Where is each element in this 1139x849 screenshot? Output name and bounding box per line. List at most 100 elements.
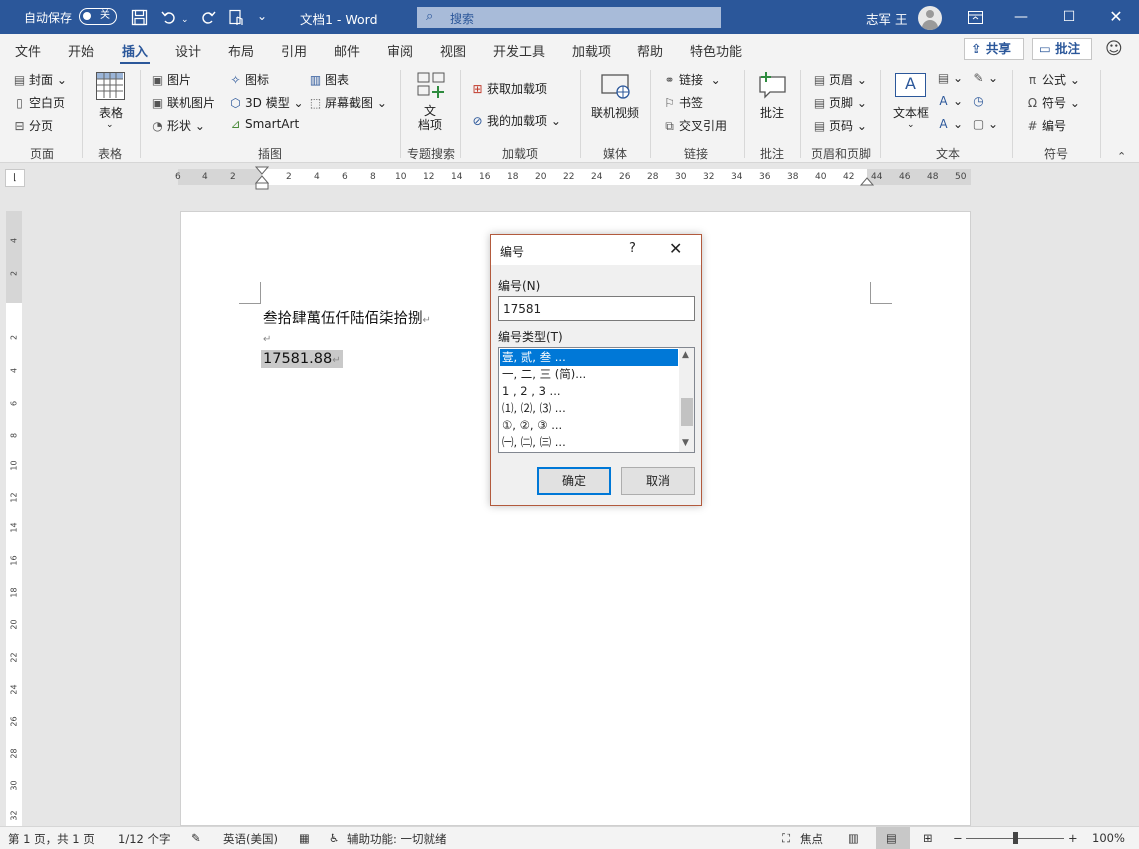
tab-view[interactable]: 视图 bbox=[440, 41, 466, 60]
tab-review[interactable]: 审阅 bbox=[387, 41, 413, 60]
autosave-toggle[interactable]: 关 bbox=[79, 8, 117, 25]
collapse-ribbon-icon[interactable]: ⌃ bbox=[1117, 150, 1126, 163]
save-icon[interactable] bbox=[131, 9, 148, 29]
undo-dropdown-icon[interactable]: ⌄ bbox=[181, 12, 189, 28]
language[interactable]: 英语(美国) bbox=[223, 831, 278, 847]
quick-parts-button[interactable]: ▤ ⌄ bbox=[936, 71, 963, 85]
online-pictures-button[interactable]: ▣ 联机图片 bbox=[150, 94, 215, 111]
textbox-dropdown-icon[interactable]: ⌄ bbox=[907, 120, 915, 130]
cover-page-button[interactable]: ▤ 封面 ⌄ bbox=[12, 71, 67, 88]
document-item-icon[interactable] bbox=[417, 72, 445, 98]
share-button[interactable]: ⇪ 共享 bbox=[964, 38, 1024, 60]
new-comment-icon[interactable] bbox=[758, 72, 786, 99]
list-item[interactable]: 一, 二, 三 (简)... bbox=[500, 366, 678, 383]
cross-reference-button[interactable]: ⧉ 交叉引用 bbox=[662, 117, 727, 134]
textbox-icon[interactable]: A bbox=[895, 73, 926, 97]
dropcap-button[interactable]: A ⌄ bbox=[936, 117, 963, 131]
blank-page-button[interactable]: ▯ 空白页 bbox=[12, 94, 65, 111]
dialog-close-icon[interactable]: ✕ bbox=[669, 239, 682, 258]
tab-selector[interactable]: ⌊ bbox=[5, 169, 25, 187]
date-time-button[interactable]: ◷ bbox=[971, 94, 988, 108]
zoom-level[interactable]: 100% bbox=[1092, 831, 1125, 845]
list-item[interactable]: ㈠, ㈡, ㈢ ... bbox=[500, 434, 678, 451]
tab-insert[interactable]: 插入 bbox=[119, 41, 151, 65]
zoom-out-icon[interactable]: − bbox=[953, 831, 963, 845]
focus-icon[interactable]: ⛶ bbox=[782, 831, 790, 846]
get-addins-button[interactable]: ⊞ 获取加载项 bbox=[470, 80, 547, 97]
wordart-button[interactable]: A ⌄ bbox=[936, 94, 963, 108]
tab-mailings[interactable]: 邮件 bbox=[334, 41, 360, 60]
scroll-down-icon[interactable]: ▼ bbox=[682, 438, 689, 448]
touch-mode-icon[interactable] bbox=[228, 9, 245, 29]
comments-button[interactable]: ▭ 批注 bbox=[1032, 38, 1092, 60]
comment-button[interactable]: 批注 bbox=[760, 104, 784, 121]
symbol-button[interactable]: Ω 符号 ⌄ bbox=[1025, 94, 1080, 111]
online-video-icon[interactable] bbox=[601, 74, 630, 99]
header-button[interactable]: ▤ 页眉 ⌄ bbox=[812, 71, 867, 88]
list-scrollbar[interactable]: ▲ ▼ bbox=[679, 348, 694, 452]
focus-mode[interactable]: 焦点 bbox=[800, 831, 823, 847]
table-dropdown-icon[interactable]: ⌄ bbox=[106, 120, 114, 130]
ok-button[interactable]: 确定 bbox=[537, 467, 611, 495]
accessibility-icon[interactable]: ♿ bbox=[329, 831, 339, 845]
scroll-thumb[interactable] bbox=[681, 398, 693, 426]
user-name[interactable]: 志军 王 bbox=[866, 9, 907, 28]
screenshot-button[interactable]: ⬚ 屏幕截图 ⌄ bbox=[308, 94, 387, 111]
print-layout-icon[interactable]: ▤ bbox=[886, 831, 897, 845]
scroll-up-icon[interactable]: ▲ bbox=[682, 350, 689, 360]
indent-marker-icon[interactable] bbox=[255, 166, 269, 190]
chart-button[interactable]: ▥ 图表 bbox=[308, 71, 349, 88]
page-count[interactable]: 第 1 页，共 1 页 bbox=[8, 831, 95, 847]
tab-help[interactable]: 帮助 bbox=[637, 41, 663, 60]
smartart-button[interactable]: ⊿ SmartArt bbox=[228, 117, 299, 131]
3d-models-button[interactable]: ⬡ 3D 模型 ⌄ bbox=[228, 94, 303, 111]
shapes-button[interactable]: ◔ 形状 ⌄ bbox=[150, 117, 205, 134]
empty-paragraph[interactable]: ↵ bbox=[263, 330, 271, 346]
tab-developer[interactable]: 开发工具 bbox=[493, 41, 545, 60]
horizontal-ruler[interactable]: 6 4 2 2 4 6 8 10 12 14 16 18 20 22 24 26… bbox=[175, 166, 971, 190]
right-indent-marker-icon[interactable] bbox=[860, 177, 874, 187]
tab-layout[interactable]: 布局 bbox=[228, 41, 254, 60]
zoom-thumb[interactable] bbox=[1013, 832, 1018, 844]
my-addins-button[interactable]: ⊘ 我的加载项 ⌄ bbox=[470, 112, 560, 129]
pictures-button[interactable]: ▣ 图片 bbox=[150, 71, 191, 88]
redo-icon[interactable] bbox=[199, 9, 216, 29]
page-number-button[interactable]: ▤ 页码 ⌄ bbox=[812, 117, 867, 134]
tab-addins[interactable]: 加载项 bbox=[572, 41, 611, 60]
page-break-button[interactable]: ⊟ 分页 bbox=[12, 117, 53, 134]
read-mode-icon[interactable]: ▥ bbox=[848, 831, 859, 845]
footer-button[interactable]: ▤ 页脚 ⌄ bbox=[812, 94, 867, 111]
feedback-smiley-icon[interactable]: ☺ bbox=[1105, 39, 1123, 59]
number-type-list[interactable]: 壹, 贰, 叁 ... 一, 二, 三 (简)... 1 , 2 , 3 ...… bbox=[498, 347, 695, 453]
list-item[interactable]: ①, ②, ③ ... bbox=[500, 417, 678, 434]
tab-features[interactable]: 特色功能 bbox=[690, 41, 742, 60]
avatar[interactable] bbox=[918, 6, 942, 30]
help-icon[interactable]: ? bbox=[629, 241, 636, 256]
table-icon[interactable] bbox=[96, 72, 125, 100]
document-paragraph[interactable]: 叁拾肆萬伍仟陆佰柒拾捌↵ bbox=[263, 307, 431, 328]
document-item-button[interactable]: 文 档项 bbox=[418, 104, 442, 132]
undo-icon[interactable] bbox=[161, 9, 178, 29]
vertical-ruler[interactable]: 4 2 2 4 6 8 10 12 14 16 18 20 22 24 26 2… bbox=[6, 211, 22, 826]
number-button[interactable]: # 编号 bbox=[1025, 117, 1066, 134]
close-icon[interactable]: ✕ bbox=[1093, 0, 1139, 34]
ribbon-display-options-icon[interactable] bbox=[952, 0, 998, 34]
table-button[interactable]: 表格 bbox=[99, 104, 123, 121]
list-item[interactable]: 壹, 贰, 叁 ... bbox=[500, 349, 678, 366]
maximize-icon[interactable]: ☐ bbox=[1046, 0, 1092, 34]
list-item[interactable]: 1 , 2 , 3 ... bbox=[500, 383, 678, 400]
icons-button[interactable]: ✧ 图标 bbox=[228, 71, 269, 88]
textbox-button[interactable]: 文本框 bbox=[893, 104, 929, 121]
list-item[interactable]: ⑴, ⑵, ⑶ ... bbox=[500, 400, 678, 417]
search-box[interactable]: ⌕ 搜索 bbox=[417, 7, 721, 28]
number-input[interactable]: 17581 bbox=[498, 296, 695, 321]
tab-file[interactable]: 文件 bbox=[15, 41, 41, 60]
track-changes-icon[interactable]: ▦ bbox=[299, 831, 310, 845]
cancel-button[interactable]: 取消 bbox=[621, 467, 695, 495]
online-video-button[interactable]: 联机视频 bbox=[591, 104, 639, 121]
zoom-in-icon[interactable]: + bbox=[1068, 831, 1078, 845]
bookmark-button[interactable]: ⚐ 书签 bbox=[662, 94, 703, 111]
customize-qat-icon[interactable]: ⌄ bbox=[257, 8, 267, 24]
word-count[interactable]: 1/12 个字 bbox=[118, 831, 170, 847]
tab-home[interactable]: 开始 bbox=[68, 41, 94, 60]
